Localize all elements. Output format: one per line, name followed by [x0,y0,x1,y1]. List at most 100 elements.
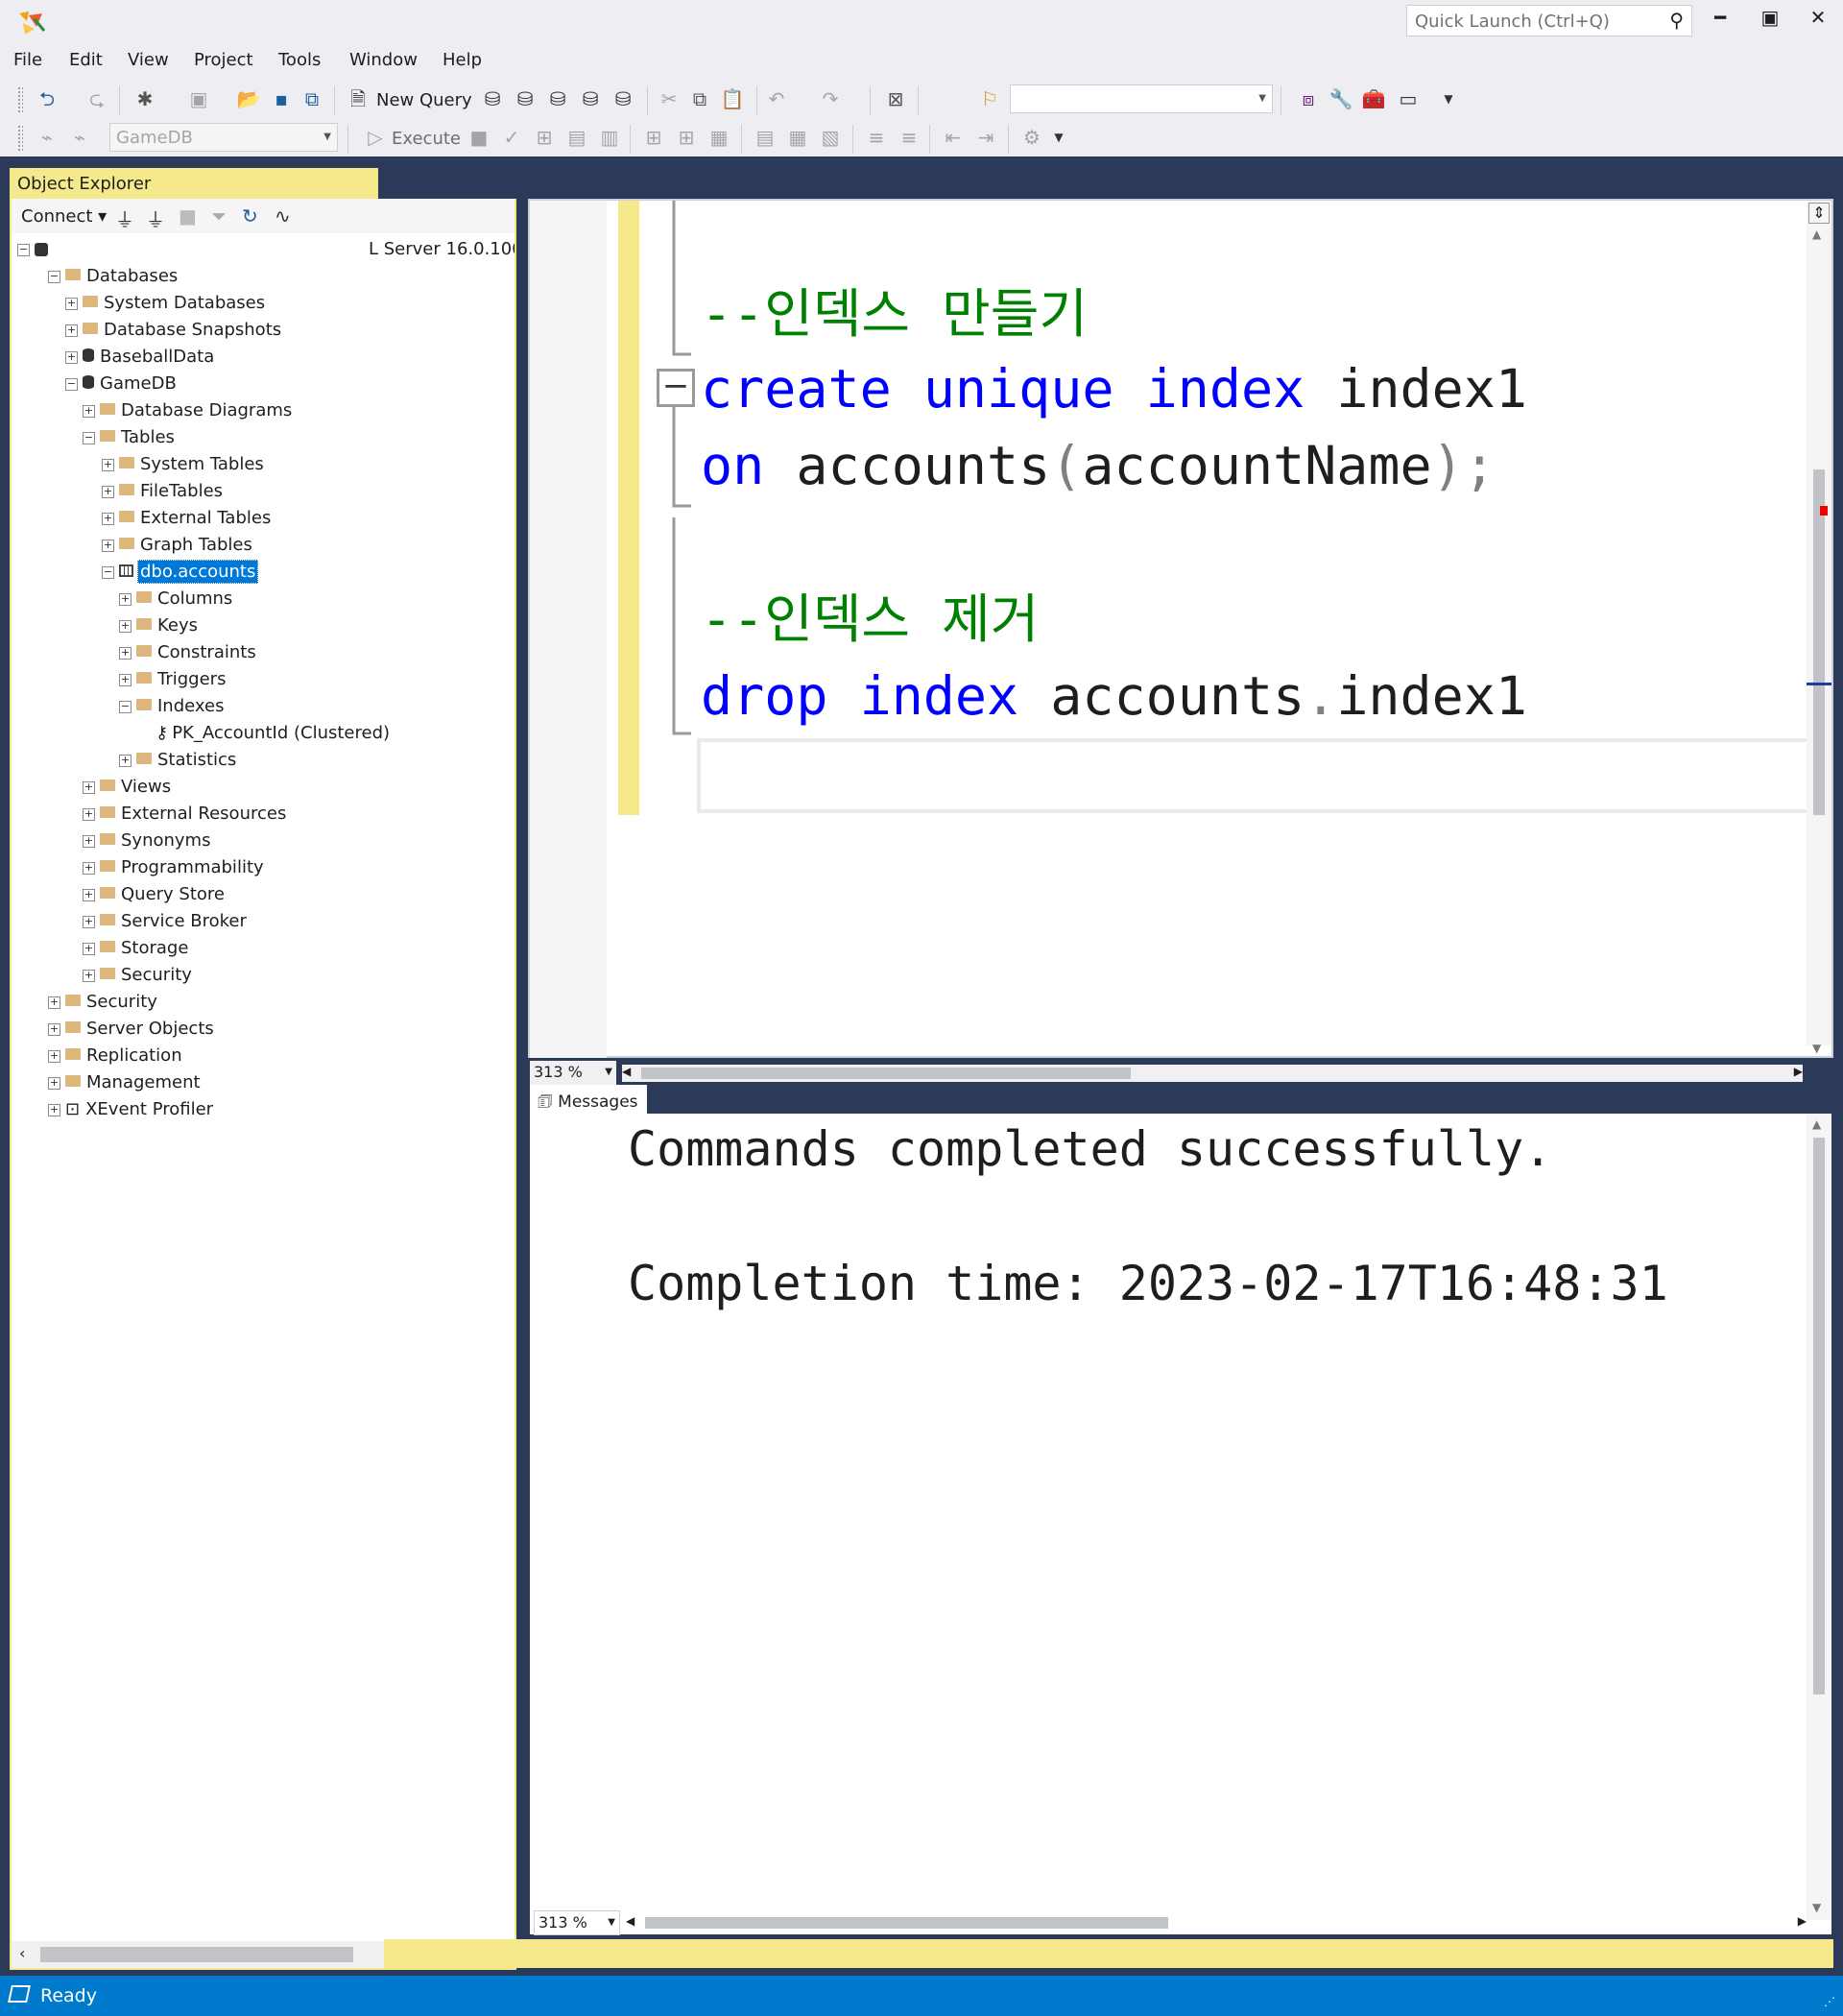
tree-node[interactable]: + BaseballData [65,345,214,370]
expand-icon[interactable]: + [48,1022,60,1036]
tree-node[interactable]: + Views [83,775,171,800]
cancel-query-icon[interactable]: ■ [467,125,491,150]
tree-node[interactable]: + External Tables [102,506,271,531]
tree-node[interactable]: − GameDB [65,372,177,396]
close-button[interactable]: ✕ [1797,6,1839,36]
properties-icon[interactable]: 🔧 [1328,86,1353,111]
scroll-thumb[interactable] [645,1917,1168,1929]
collapse-icon[interactable]: − [48,270,60,283]
tree-node[interactable]: + Synonyms [83,828,210,853]
execute-icon[interactable]: ▷ [363,125,388,150]
query-editor[interactable]: − --인덱스 만들기 create unique index index1 o… [528,199,1833,1086]
tree-node[interactable]: + Triggers [119,667,226,692]
expand-icon[interactable]: + [102,485,114,498]
tree-node[interactable]: + Keys [119,613,198,638]
expand-icon[interactable]: + [83,807,95,821]
expand-icon[interactable]: + [83,780,95,794]
tree-node[interactable]: + Database Diagrams [83,398,292,423]
expand-icon[interactable]: + [83,942,95,955]
tree-node[interactable]: + Management [48,1070,201,1095]
menu-edit[interactable]: Edit [69,50,103,70]
tree-node[interactable]: + ⊡ XEvent Profiler [48,1097,213,1122]
find-combo[interactable]: ▼ [1010,84,1273,113]
paste-icon[interactable]: 📋 [720,86,745,111]
expand-icon[interactable]: + [83,888,95,901]
scroll-up-icon[interactable]: ▲ [1812,1117,1821,1131]
expand-icon[interactable]: + [119,754,132,767]
parse-icon[interactable]: ✓ [499,125,524,150]
intellisense-icon[interactable]: ▥ [597,125,622,150]
stop-icon[interactable]: ■ [179,204,197,228]
scroll-thumb[interactable] [641,1068,1131,1079]
tree-node[interactable]: + Graph Tables [102,533,252,558]
messages-vscroll[interactable]: ▲ ▼ [1807,1114,1831,1920]
tree-node[interactable]: − Tables [83,425,175,450]
expand-icon[interactable]: + [102,539,114,552]
expand-icon[interactable]: + [48,1076,60,1090]
cut-icon[interactable]: ✂ [657,86,682,111]
filter-icon[interactable]: ⏷ [211,204,227,228]
results-grid-icon[interactable]: ▦ [785,125,810,150]
expand-icon[interactable]: + [119,673,132,686]
command-window-icon[interactable]: ▭ [1396,86,1421,111]
tree-node[interactable]: + Database Snapshots [65,318,281,343]
resize-grip-icon[interactable]: ⋰ [1824,1995,1835,2008]
new-query-button[interactable]: New Query [376,90,472,110]
solution-explorer-icon[interactable]: ⧈ [1296,86,1321,111]
expand-icon[interactable]: + [65,350,78,364]
expand-icon[interactable]: + [119,619,132,633]
scroll-thumb[interactable] [40,1947,353,1962]
menu-window[interactable]: Window [349,50,418,70]
refresh-icon[interactable]: ↻ [242,204,258,228]
scroll-thumb[interactable] [1813,469,1825,815]
expand-icon[interactable]: + [83,834,95,848]
undo-icon[interactable]: ↶ [764,86,789,111]
estimated-plan-icon[interactable]: ⊞ [532,125,557,150]
tree-node[interactable]: − dbo.accounts [102,560,259,585]
results-text-icon[interactable]: ▤ [753,125,778,150]
expand-icon[interactable]: + [119,646,132,660]
scroll-up-icon[interactable]: ▲ [1812,228,1821,241]
tree-node[interactable]: + Server Objects [48,1017,214,1042]
execute-button[interactable]: Execute [392,129,461,149]
new-project-icon[interactable]: ✱ [132,86,157,111]
collapse-icon[interactable]: − [83,431,95,444]
expand-icon[interactable]: + [48,996,60,1009]
expand-icon[interactable]: + [65,324,78,337]
expand-icon[interactable]: + [119,592,132,606]
redo-icon[interactable]: ↷ [818,86,843,111]
scroll-left-icon[interactable]: ‹ [19,1944,25,1962]
editor-hscroll[interactable]: ◀ ▶ [622,1065,1803,1082]
expand-icon[interactable]: + [83,969,95,982]
live-stats-icon[interactable]: ⊞ [674,125,699,150]
tree-node[interactable]: + Constraints [119,640,256,665]
xmla-query-icon[interactable]: ⛁ [578,86,603,111]
scroll-left-icon[interactable]: ◀ [626,1914,634,1928]
collapse-icon[interactable]: − [119,700,132,713]
dmx-query-icon[interactable]: ⛁ [545,86,570,111]
scroll-down-icon[interactable]: ▼ [1812,1901,1821,1914]
collapse-region-icon[interactable]: − [657,369,695,407]
messages-zoom[interactable]: 313 % ▼ [534,1910,620,1935]
tree-node[interactable]: + System Databases [65,291,265,316]
editor-zoom[interactable]: 313 % ▼ [530,1061,616,1086]
add-item-icon[interactable]: ▣ [186,86,211,111]
minimize-button[interactable]: ━ [1699,6,1741,36]
tree-node[interactable]: + Security [83,963,192,988]
tree-node[interactable]: + Programmability [83,855,264,880]
messages-tab[interactable]: 🗊 Messages [530,1085,647,1114]
query-options-icon[interactable]: ▤ [564,125,589,150]
activity-monitor-icon[interactable]: ∿ [275,204,291,228]
back-icon[interactable]: ⮌ [35,86,60,111]
client-stats-icon[interactable]: ▦ [706,125,731,150]
menu-project[interactable]: Project [194,50,253,70]
connect-icon[interactable]: ⏚ [115,204,134,232]
toolbox-icon[interactable]: 🧰 [1361,86,1386,111]
tree-node[interactable]: + Columns [119,587,232,612]
tree-node[interactable]: − Databases [48,264,178,289]
tree-node[interactable]: + Storage [83,936,188,961]
editor-vscroll[interactable]: ⇕ ▲ ▼ [1807,201,1831,1055]
tree-node[interactable]: + External Resources [83,802,286,827]
tree-node[interactable]: + Query Store [83,882,225,907]
expand-icon[interactable]: + [102,458,114,471]
